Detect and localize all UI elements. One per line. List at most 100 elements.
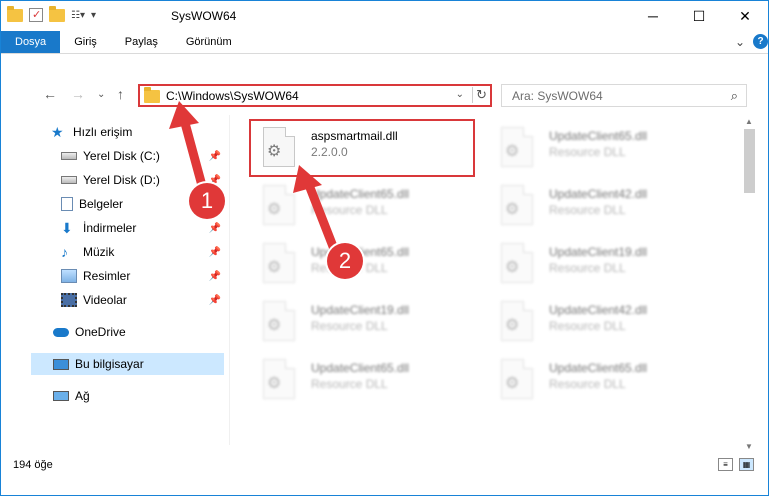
file-name: UpdateClient19.dll (311, 303, 410, 317)
download-icon: ⬇ (61, 220, 73, 236)
gear-icon: ⚙ (267, 317, 282, 334)
close-button[interactable]: ✕ (722, 1, 768, 31)
file-tile[interactable]: ⚙ UpdateClient65.dll Resource DLL (245, 353, 475, 405)
search-box[interactable]: Ara: SysWOW64 ⌕ (501, 84, 747, 107)
folder-icon (7, 5, 23, 22)
up-button[interactable]: ↑ (117, 86, 124, 102)
pin-icon[interactable]: 📌 (209, 295, 221, 306)
maximize-button[interactable]: ☐ (676, 1, 722, 31)
star-icon: ★ (51, 124, 64, 140)
properties-icon[interactable]: ✓ (29, 8, 43, 22)
scroll-down-icon[interactable]: ▼ (745, 442, 753, 451)
pin-icon[interactable]: 📌 (209, 223, 221, 234)
back-button[interactable]: ← (43, 86, 57, 102)
ribbon-tabs: Dosya Giriş Paylaş Görünüm (1, 31, 246, 53)
search-input[interactable]: Ara: SysWOW64 (512, 89, 603, 103)
qat-dropdown-icon[interactable]: ▾ (91, 10, 96, 21)
window-controls: ─ ☐ ✕ (630, 1, 768, 31)
sidebar-item-label: OneDrive (75, 325, 126, 339)
tab-share[interactable]: Paylaş (111, 31, 172, 53)
gear-icon: ⚙ (505, 375, 520, 392)
refresh-button[interactable]: ↻ (472, 87, 487, 103)
file-tile[interactable]: ⚙ UpdateClient65.dll Resource DLL (245, 179, 475, 231)
sidebar-item-network[interactable]: Ağ (53, 385, 227, 407)
navigation-bar: ← → ⌄ ↑ C:\Windows\SysWOW64 ⌄ ↻ Ara: Sys… (1, 81, 768, 109)
documents-icon (61, 197, 73, 211)
file-description: Resource DLL (549, 145, 626, 159)
file-description: Resource DLL (549, 203, 626, 217)
gear-icon: ⚙ (267, 375, 282, 392)
file-tile[interactable]: ⚙ UpdateClient19.dll Resource DLL (245, 295, 475, 347)
address-bar[interactable]: C:\Windows\SysWOW64 ⌄ ↻ (138, 84, 492, 107)
explorer-window: ✓ ☷▾ ▾ SysWOW64 ─ ☐ ✕ Dosya Giriş Paylaş… (0, 0, 769, 496)
file-description: Resource DLL (549, 319, 626, 333)
file-tile[interactable]: ⚙ UpdateClient42.dll Resource DLL (483, 179, 713, 231)
pin-icon[interactable]: 📌 (209, 151, 221, 162)
expand-ribbon-icon[interactable]: ⌄ (735, 35, 745, 49)
gear-icon: ⚙ (505, 143, 520, 160)
sidebar-item-downloads[interactable]: ⬇ İndirmeler 📌 (61, 217, 227, 239)
computer-icon (53, 358, 69, 370)
scrollbar-thumb[interactable] (744, 129, 755, 193)
file-name: UpdateClient65.dll (549, 361, 648, 375)
quick-access-toolbar: ✓ ☷▾ ▾ (7, 5, 96, 22)
file-description: Resource DLL (549, 377, 626, 391)
recent-locations-button[interactable]: ⌄ (97, 89, 105, 100)
ribbon-help: ⌄ ? (735, 34, 768, 49)
sidebar-item-label: Ağ (75, 389, 90, 403)
sidebar-item-label: Resimler (83, 269, 131, 283)
sidebar-item-label: Müzik (83, 245, 115, 259)
video-icon (61, 293, 77, 307)
minimize-button[interactable]: ─ (630, 1, 676, 31)
cloud-icon (53, 327, 69, 337)
help-icon[interactable]: ? (753, 34, 768, 49)
item-count: 194 öğe (13, 459, 53, 471)
folder-icon (144, 87, 160, 103)
sidebar-item-label: Hızlı erişim (73, 125, 133, 139)
file-tile[interactable]: ⚙ UpdateClient42.dll Resource DLL (483, 295, 713, 347)
sidebar-item-onedrive[interactable]: OneDrive (53, 321, 227, 343)
sidebar-item-quick-access[interactable]: ★ Hızlı erişim (51, 121, 227, 143)
scroll-up-icon[interactable]: ▲ (745, 117, 753, 126)
vertical-scrollbar[interactable]: ▲ ▼ (742, 115, 757, 455)
gear-icon: ⚙ (505, 201, 520, 218)
status-bar: 194 öğe ≡ ▦ (1, 455, 768, 475)
sidebar-item-disk-c[interactable]: Yerel Disk (C:) 📌 (61, 145, 227, 167)
sidebar-item-pictures[interactable]: Resimler 📌 (61, 265, 227, 287)
sidebar-item-music[interactable]: ♪ Müzik 📌 (61, 241, 227, 263)
file-tile[interactable]: ⚙ UpdateClient65.dll Resource DLL (483, 353, 713, 405)
file-tile[interactable]: ⚙ UpdateClient65.dll Resource DLL (483, 121, 713, 173)
file-name: UpdateClient65.dll (311, 361, 410, 375)
sidebar-item-label: İndirmeler (83, 221, 137, 235)
forward-button[interactable]: → (71, 86, 85, 102)
window-title: SysWOW64 (171, 9, 237, 23)
pane-divider (229, 115, 230, 445)
sidebar-item-videos[interactable]: Videolar 📌 (61, 289, 227, 311)
sidebar-item-label: Yerel Disk (C:) (83, 149, 160, 163)
details-view-icon[interactable]: ≡ (718, 458, 733, 471)
customize-toolbar-icon[interactable]: ☷▾ (71, 10, 85, 21)
annotation-badge-2: 2 (327, 243, 363, 279)
music-icon: ♪ (61, 244, 68, 260)
tab-home[interactable]: Giriş (60, 31, 111, 53)
file-name: UpdateClient42.dll (549, 187, 648, 201)
sidebar-item-label: Videolar (83, 293, 127, 307)
navigation-pane: ★ Hızlı erişim Yerel Disk (C:) 📌 Yerel D… (31, 116, 227, 446)
ribbon-divider (1, 53, 768, 54)
tab-view[interactable]: Görünüm (172, 31, 246, 53)
file-name: UpdateClient65.dll (549, 129, 648, 143)
sidebar-item-this-pc[interactable]: Bu bilgisayar (31, 353, 224, 375)
file-description: Resource DLL (311, 319, 388, 333)
address-path[interactable]: C:\Windows\SysWOW64 (166, 89, 299, 103)
tab-file[interactable]: Dosya (1, 31, 61, 53)
file-name: UpdateClient65.dll (311, 187, 410, 201)
pin-icon[interactable]: 📌 (209, 247, 221, 258)
new-folder-icon[interactable] (49, 5, 65, 22)
file-description: Resource DLL (311, 203, 388, 217)
gear-icon: ⚙ (267, 259, 282, 276)
address-dropdown-icon[interactable]: ⌄ (456, 89, 464, 100)
large-icons-view-icon[interactable]: ▦ (739, 458, 754, 471)
file-tile[interactable]: ⚙ UpdateClient19.dll Resource DLL (483, 237, 713, 289)
pin-icon[interactable]: 📌 (209, 271, 221, 282)
highlight-box (249, 119, 475, 177)
